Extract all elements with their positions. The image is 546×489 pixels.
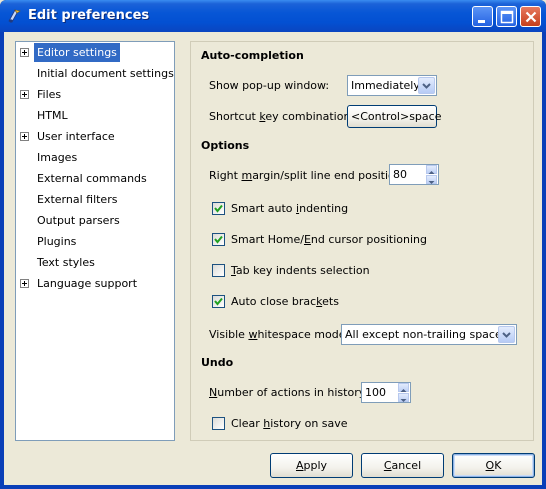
tree-item-external-filters[interactable]: External filters <box>16 190 174 209</box>
auto-close-brackets-checkbox[interactable] <box>212 295 225 308</box>
maximize-icon <box>500 10 514 24</box>
ok-button[interactable]: OK <box>452 453 535 478</box>
title-bar[interactable]: Edit preferences <box>0 0 546 32</box>
whitespace-mode-select[interactable]: All except non-trailing spaces <box>341 324 517 345</box>
shortcut-key-label: Shortcut key combination: <box>209 110 355 123</box>
window-frame-right <box>542 32 546 489</box>
maximize-button[interactable] <box>496 6 517 27</box>
history-actions-label: Number of actions in history: <box>209 386 369 399</box>
smart-indent-label[interactable]: Smart auto indenting <box>231 202 348 215</box>
expand-icon[interactable] <box>20 279 29 288</box>
tree-item-images[interactable]: Images <box>16 148 174 167</box>
tree-item-output-parsers[interactable]: Output parsers <box>16 211 174 230</box>
spin-down-icon[interactable] <box>398 393 409 402</box>
smart-home-label[interactable]: Smart Home/End cursor positioning <box>231 233 427 246</box>
app-icon <box>6 7 24 25</box>
popup-window-label: Show pop-up window: <box>209 79 330 92</box>
auto-close-brackets-label[interactable]: Auto close brackets <box>231 295 339 308</box>
popup-window-select[interactable]: Immediately <box>347 75 437 96</box>
window-title: Edit preferences <box>28 8 150 23</box>
tree-item-external-commands[interactable]: External commands <box>16 169 174 188</box>
undo-heading: Undo <box>201 356 234 369</box>
preferences-tree[interactable]: Editor settings Initial document setting… <box>15 41 175 441</box>
right-margin-spinner[interactable]: 80 <box>389 164 439 185</box>
dialog-client-area: Editor settings Initial document setting… <box>4 32 542 485</box>
minimize-button[interactable] <box>472 6 493 27</box>
smart-indent-checkbox[interactable] <box>212 202 225 215</box>
tree-item-plugins[interactable]: Plugins <box>16 232 174 251</box>
check-icon <box>214 204 223 213</box>
smart-home-checkbox[interactable] <box>212 233 225 246</box>
tab-indents-checkbox[interactable] <box>212 264 225 277</box>
expand-icon[interactable] <box>20 90 29 99</box>
tree-item-files[interactable]: Files <box>16 85 174 104</box>
window-frame-bottom <box>0 485 546 489</box>
whitespace-mode-label: Visible whitespace mode: <box>209 328 350 341</box>
clear-history-label[interactable]: Clear history on save <box>231 417 348 430</box>
chevron-down-icon[interactable] <box>498 326 515 343</box>
right-margin-label: Right margin/split line end position: <box>209 169 406 182</box>
auto-completion-heading: Auto-completion <box>201 49 304 62</box>
tree-item-user-interface[interactable]: User interface <box>16 127 174 146</box>
spin-up-icon[interactable] <box>426 165 437 174</box>
cancel-button[interactable]: Cancel <box>361 453 444 478</box>
check-icon <box>214 235 223 244</box>
tab-indents-label[interactable]: Tab key indents selection <box>231 264 370 277</box>
options-heading: Options <box>201 139 250 152</box>
preferences-window: Edit preferences Editor settings Initial… <box>0 0 546 489</box>
tree-item-html[interactable]: HTML <box>16 106 174 125</box>
history-actions-spinner[interactable]: 100 <box>361 382 411 403</box>
chevron-down-icon[interactable] <box>418 77 435 94</box>
spin-down-icon[interactable] <box>426 175 437 184</box>
tree-item-editor-settings[interactable]: Editor settings <box>16 43 174 62</box>
shortcut-key-button[interactable]: <Control>space <box>347 105 441 128</box>
tree-item-text-styles[interactable]: Text styles <box>16 253 174 272</box>
close-button[interactable] <box>520 6 541 27</box>
spin-up-icon[interactable] <box>398 383 409 392</box>
tree-item-initial-document-settings[interactable]: Initial document settings <box>16 64 174 83</box>
close-icon <box>525 11 537 23</box>
apply-button[interactable]: Apply <box>270 453 353 478</box>
clear-history-checkbox[interactable] <box>212 417 225 430</box>
editor-settings-panel: Auto-completion Show pop-up window: Imme… <box>190 41 534 441</box>
check-icon <box>214 297 223 306</box>
minimize-icon <box>478 20 485 23</box>
tree-item-language-support[interactable]: Language support <box>16 274 174 293</box>
expand-icon[interactable] <box>20 48 29 57</box>
expand-icon[interactable] <box>20 132 29 141</box>
